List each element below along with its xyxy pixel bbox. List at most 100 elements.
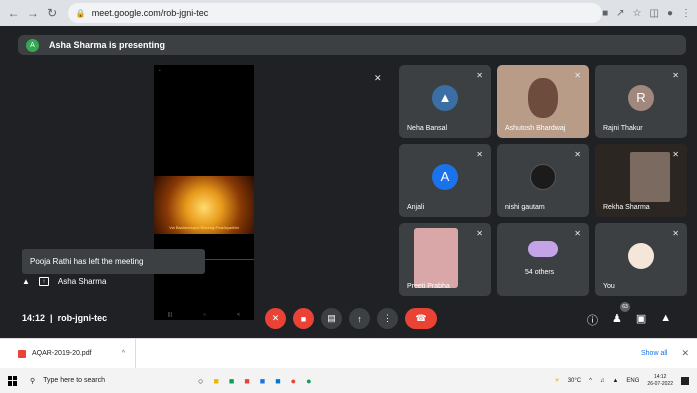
menu-icon[interactable]: ⋮ [681,8,691,19]
activities-icon[interactable]: ▲ [660,312,671,328]
weather-icon: ☀ [554,378,560,384]
participant-avatar: A [432,163,458,190]
weather-text: 30°C [567,377,582,384]
clock-date: 26-07-2022 [647,380,673,387]
close-icon[interactable]: ✕ [681,348,689,359]
presenter-label: ▲ ↑ Asha Sharma [22,277,106,286]
leave-call-button[interactable]: ☎ [405,308,437,329]
search-placeholder: Type here to search [43,377,106,384]
image-caption: Vw Basheeduput Bheeraj Pnadhyadhhi [169,225,239,230]
chevron-up-icon[interactable]: ^ [589,378,592,384]
presenter-avatar: A [26,38,39,52]
app-icon[interactable]: ■ [244,376,249,386]
people-icon[interactable]: ♟ [612,312,622,328]
downloads-bar: AQAR-2019-20.pdf ^ Show all ✕ [0,338,697,368]
mic-off-icon: ✕ [574,229,581,238]
participant-avatar: ▲ [432,84,458,111]
taskbar-clock[interactable]: 14:12 26-07-2022 [647,374,673,388]
mic-off-icon: ✕ [374,73,382,83]
pdf-icon [18,349,26,358]
participant-name: nishi gautam [505,204,545,211]
participant-video [413,228,458,289]
meeting-time: 14:12 [22,313,46,323]
share-icon[interactable]: ↗ [616,8,624,19]
download-filename: AQAR-2019-20.pdf [32,350,92,357]
profile-icon[interactable]: ● [667,8,673,19]
mic-off-icon: ✕ [476,229,483,238]
presenting-text: Asha Sharma is presenting [49,40,166,50]
participant-name: Rekha Sharma [603,204,650,211]
captions-button[interactable]: ▤ [321,308,342,329]
group-avatars [528,240,558,257]
notifications-icon[interactable] [681,376,689,385]
browser-toolbar: ← → ↻ 🔒 meet.google.com/rob-jgni-tec ■ ↗… [0,0,697,26]
mic-off-icon: ✕ [476,71,483,80]
edge-icon[interactable]: ● [306,376,311,386]
participant-tile[interactable]: R ✕ Rajni Thakur [595,65,687,138]
side-panel-icons: ⓘ ♟ ▣ ▲ [587,312,671,328]
forward-icon[interactable]: → [25,5,40,21]
meet-area: A Asha Sharma is presenting ← Vw Basheed… [0,26,697,338]
chevron-up-icon[interactable]: ^ [122,350,125,357]
store-icon[interactable]: ■ [275,376,280,386]
participant-name: Neha Bansal [407,125,448,132]
pin-icon[interactable]: ▲ [22,277,30,286]
app-icon[interactable]: ■ [229,376,234,386]
browser-action-icons: ■ ↗ ☆ ◫ ● ⋮ [602,8,691,19]
mic-off-icon: ✕ [672,71,679,80]
participant-name: 54 others [525,269,555,276]
more-options-button[interactable]: ⋮ [377,308,398,329]
phone-status-bar: ← [158,67,162,72]
windows-start-icon[interactable] [8,375,18,386]
present-icon: ↑ [38,277,49,286]
star-icon[interactable]: ☆ [633,8,642,19]
chat-icon[interactable]: ▣ [636,312,646,328]
presenting-banner: A Asha Sharma is presenting [18,35,686,55]
taskbar: ⚲ Type here to search ○ ■ ■ ■ ■ ■ ● ● ☀ … [0,368,697,393]
lang-text[interactable]: ENG [626,378,639,384]
shared-screen: ← Vw Basheeduput Bheeraj Pnadhyadhhi |||… [154,65,254,320]
participant-name: Rajni Thakur [603,125,643,132]
camera-off-button[interactable]: ■ [293,308,314,329]
presenter-name: Asha Sharma [57,277,107,286]
taskbar-apps: ○ ■ ■ ■ ■ ■ ● ● [198,376,312,386]
participant-avatar: R [628,84,654,111]
network-icon[interactable]: ▲ [612,378,618,384]
mic-off-button[interactable]: ✕ [265,308,286,329]
mic-off-icon: ✕ [672,150,679,159]
participant-avatar [628,242,654,269]
present-button[interactable]: ↑ [349,308,370,329]
reload-icon[interactable]: ↻ [45,5,60,21]
address-bar[interactable]: 🔒 meet.google.com/rob-jgni-tec [67,3,603,23]
participant-tile[interactable]: ✕ Rekha Sharma [595,144,687,217]
participant-tile[interactable]: ✕ Ashutosh Bhardwaj [497,65,589,138]
participant-name: You [603,283,615,290]
participant-video [630,151,671,202]
participant-tile[interactable]: ✕ 54 others [497,223,589,296]
participant-name: Ashutosh Bhardwaj [505,125,566,132]
show-all-link[interactable]: Show all [641,350,667,357]
participant-count-badge: 63 [620,302,630,312]
volume-icon[interactable]: ♫ [600,378,605,384]
participant-tile[interactable]: ▲ ✕ Neha Bansal [399,65,491,138]
mic-off-icon: ✕ [476,150,483,159]
sidepanel-icon[interactable]: ◫ [650,8,659,19]
mic-off-icon: ✕ [672,229,679,238]
info-icon[interactable]: ⓘ [587,312,598,328]
participant-tile[interactable]: ✕ nishi gautam [497,144,589,217]
participant-video [528,77,558,118]
task-view-icon[interactable]: ○ [198,376,203,386]
participant-tile[interactable]: A ✕ Anjali [399,144,491,217]
mic-off-icon: ✕ [574,150,581,159]
camera-icon[interactable]: ■ [602,8,608,19]
download-item[interactable]: AQAR-2019-20.pdf ^ [0,339,136,368]
back-icon[interactable]: ← [6,5,21,21]
notification-toast: Pooja Rathi has left the meeting [22,249,205,274]
chrome-icon[interactable]: ● [291,376,296,386]
participant-tile[interactable]: ✕ Preeti Prabha [399,223,491,296]
separator: | [47,313,56,323]
mail-icon[interactable]: ■ [260,376,265,386]
taskbar-search[interactable]: ⚲ Type here to search [30,377,158,385]
participant-tile[interactable]: ✕ You [595,223,687,296]
file-explorer-icon[interactable]: ■ [213,376,218,386]
